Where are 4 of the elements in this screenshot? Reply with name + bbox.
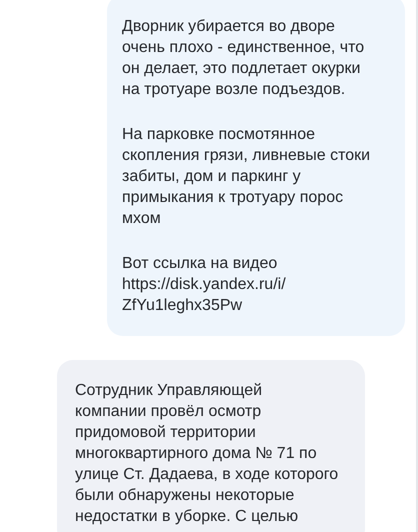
message-paragraph: Вот ссылка на видео https://disk.yandex.ru/i/ ZfYu1leghx35Pw <box>122 254 287 316</box>
message-paragraph: Сотрудник Управляющей компании провёл осмотр придомовой территории многоквартирного дома № 71 по улице Ст. Дадаева, в ходе которого были обнаружены некоторые недостатки в уборке. С целью <box>75 381 340 527</box>
message-paragraph: На парковке посмотянное скопления грязи, ливневые стоки забиты, дом и паркинг у примыкания к тротуару порос мхом <box>122 125 372 229</box>
message-paragraph: Дворник убирается во дворе очень плохо - единственное, что он делает, это подлетает окурки на тротуаре возле подъездов. <box>122 17 366 100</box>
